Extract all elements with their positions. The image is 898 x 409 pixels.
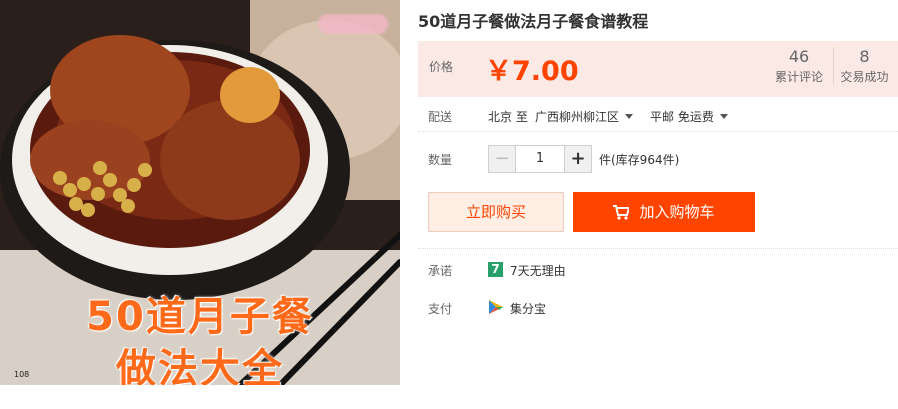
shipping-destination-label: 广西柳州柳江区 [535, 110, 620, 124]
product-title: 50道月子餐做法月子餐食谱教程 [418, 12, 649, 31]
divider [418, 248, 898, 249]
quantity-input[interactable]: 1 [517, 146, 563, 172]
payment-text: 集分宝 [510, 302, 547, 316]
reviews-stat[interactable]: 46 累计评论 [768, 47, 830, 85]
price-value: ￥7.00 [485, 56, 579, 87]
deals-stat: 8 交易成功 [833, 47, 895, 85]
shipping-from: 北京 至 [488, 110, 528, 124]
stock-info: 件(库存964件) [599, 153, 680, 167]
quantity-label: 数量 [428, 153, 453, 167]
shipping-label: 配送 [428, 110, 453, 124]
decrease-button[interactable]: − [489, 146, 516, 172]
shipping-method-label: 平邮 免运费 [650, 110, 714, 124]
shipping-method-select[interactable]: 平邮 免运费 [650, 108, 728, 125]
quantity-stepper: − 1 + [488, 145, 592, 173]
reviews-label: 累计评论 [774, 70, 823, 84]
promise-text[interactable]: 7天无理由 [510, 262, 566, 279]
increase-button[interactable]: + [564, 146, 591, 172]
product-image: 50道月子餐 做法大全 108 [0, 0, 400, 385]
add-to-cart-button[interactable]: 加入购物车 [573, 192, 755, 232]
promise-label: 承诺 [428, 264, 453, 278]
add-to-cart-label: 加入购物车 [639, 203, 715, 221]
shipping-destination-select[interactable]: 广西柳州柳江区 [535, 108, 634, 125]
deals-label: 交易成功 [840, 70, 889, 84]
buy-now-button[interactable]: 立即购买 [428, 192, 564, 232]
deals-count: 8 [859, 47, 870, 66]
jifenbao-icon [488, 299, 504, 319]
chevron-down-icon [719, 114, 728, 119]
cart-icon [613, 195, 631, 235]
image-caption-line2: 做法大全 [116, 346, 284, 385]
divider [418, 131, 898, 132]
reviews-count: 46 [788, 47, 810, 66]
seven-day-icon: 7 [488, 262, 503, 277]
image-blur-tag [318, 14, 388, 34]
chevron-down-icon [625, 114, 634, 119]
payment-label: 支付 [428, 302, 453, 316]
image-caption-line1: 50道月子餐 [86, 294, 314, 340]
image-watermark: 108 [14, 370, 30, 379]
price-label: 价格 [429, 60, 454, 74]
price-box: 价格 ￥7.00 46 累计评论 8 交易成功 [418, 41, 898, 97]
